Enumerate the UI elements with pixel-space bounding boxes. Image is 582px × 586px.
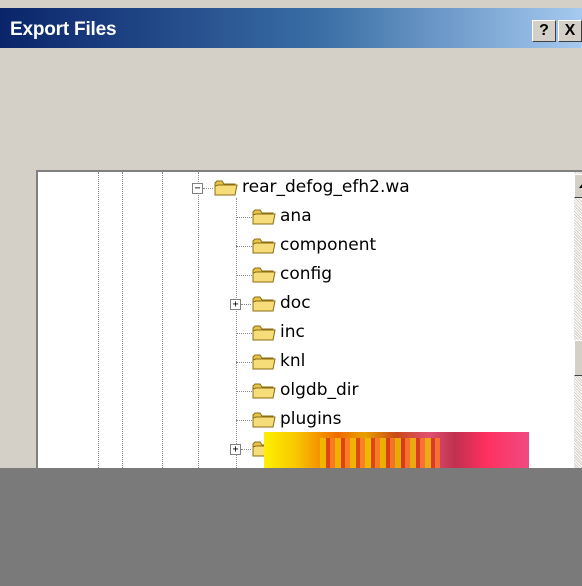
tree-connector bbox=[236, 420, 252, 421]
tree-guide-line bbox=[122, 172, 123, 472]
tree-guide-line bbox=[236, 198, 237, 472]
tree-node-label[interactable]: plugins bbox=[280, 409, 341, 429]
scroll-up-button[interactable] bbox=[574, 174, 582, 198]
folder-tree[interactable]: − rear_defog_efh2.waana component config + do… bbox=[36, 170, 582, 472]
folder-icon bbox=[252, 238, 276, 254]
window-title: Export Files bbox=[10, 19, 117, 40]
close-button[interactable]: X bbox=[558, 20, 582, 42]
vertical-scrollbar[interactable] bbox=[574, 172, 582, 472]
tree-node-label[interactable]: rear_defog_efh2.wa bbox=[242, 177, 410, 197]
close-icon: X bbox=[564, 22, 576, 39]
folder-icon bbox=[252, 267, 276, 283]
tree-connector bbox=[236, 246, 252, 247]
folder-icon bbox=[252, 325, 276, 341]
expand-icon[interactable]: + bbox=[230, 444, 241, 455]
folder-icon bbox=[252, 354, 276, 370]
tree-connector bbox=[241, 304, 251, 305]
title-bar[interactable]: Export Files ? X bbox=[0, 8, 582, 48]
tree-node-label[interactable]: component bbox=[280, 235, 376, 255]
folder-icon bbox=[252, 209, 276, 225]
tree-connector bbox=[236, 391, 252, 392]
folder-icon bbox=[252, 412, 276, 428]
collapse-icon[interactable]: − bbox=[192, 183, 203, 194]
tree-node-label[interactable]: knl bbox=[280, 351, 305, 371]
corrupted-image-region bbox=[320, 438, 440, 468]
folder-icon bbox=[214, 180, 238, 196]
obscured-region bbox=[0, 468, 582, 586]
tree-node-label[interactable]: config bbox=[280, 264, 332, 284]
tree-guide-line bbox=[98, 172, 99, 472]
folder-icon bbox=[252, 383, 276, 399]
expand-icon[interactable]: + bbox=[230, 299, 241, 310]
export-files-dialog: Export Files ? X − rear_defog_efh2.waana c… bbox=[0, 0, 582, 586]
tree-connector bbox=[236, 275, 252, 276]
tree-guide-line bbox=[198, 172, 199, 472]
tree-connector bbox=[203, 188, 213, 189]
help-icon: ? bbox=[539, 22, 549, 39]
folder-icon bbox=[252, 296, 276, 312]
tree-guide-line bbox=[162, 172, 163, 472]
tree-node-label[interactable]: ana bbox=[280, 206, 312, 226]
tree-node-label[interactable]: doc bbox=[280, 293, 311, 313]
tree-connector bbox=[236, 333, 252, 334]
tree-node-label[interactable]: olgdb_dir bbox=[280, 380, 359, 400]
tree-connector bbox=[236, 362, 252, 363]
scroll-thumb[interactable] bbox=[574, 340, 582, 376]
tree-connector bbox=[241, 449, 251, 450]
tree-connector bbox=[236, 217, 252, 218]
tree-node-label[interactable]: inc bbox=[280, 322, 305, 342]
help-button[interactable]: ? bbox=[532, 20, 556, 42]
